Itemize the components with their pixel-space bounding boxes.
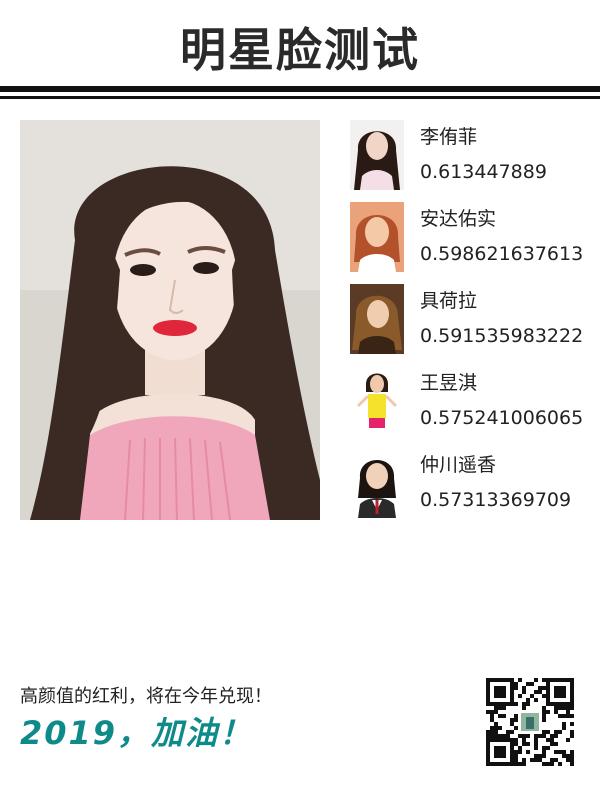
similarity-score: 0.598621637613 <box>420 243 584 265</box>
celebrity-thumbnail <box>350 284 404 354</box>
motto-text: 2019，加油！ <box>20 714 254 752</box>
match-results-list: 李侑菲 0.613447889 安达佑实 0.598621637613 具荷拉 … <box>350 120 590 530</box>
celebrity-name: 具荷拉 <box>420 290 478 312</box>
result-item: 安达佑实 0.598621637613 <box>350 202 590 284</box>
result-item: 王昱淇 0.575241006065 <box>350 366 590 448</box>
similarity-score: 0.57313369709 <box>420 489 572 511</box>
celebrity-thumbnail <box>350 120 404 190</box>
portrait-image <box>20 120 320 520</box>
celebrity-thumbnail <box>350 448 404 518</box>
result-item: 具荷拉 0.591535983222 <box>350 284 590 366</box>
result-item: 李侑菲 0.613447889 <box>350 120 590 202</box>
slogan-text: 高颜值的红利，将在今年兑现！ <box>20 686 272 707</box>
header-divider-thick <box>0 86 600 92</box>
result-item: 仲川遥香 0.57313369709 <box>350 448 590 530</box>
similarity-score: 0.591535983222 <box>420 325 584 347</box>
celebrity-name: 安达佑实 <box>420 208 497 230</box>
celebrity-thumbnail <box>350 366 404 436</box>
page-title: 明星脸测试 <box>180 23 420 77</box>
header-divider-thin <box>0 96 600 99</box>
user-photo <box>20 120 320 520</box>
celebrity-thumbnail <box>350 202 404 272</box>
similarity-score: 0.575241006065 <box>420 407 584 429</box>
celebrity-name: 王昱淇 <box>420 372 478 394</box>
similarity-score: 0.613447889 <box>420 161 547 183</box>
qr-code-icon <box>486 678 574 766</box>
celebrity-name: 李侑菲 <box>420 126 478 148</box>
celebrity-name: 仲川遥香 <box>420 454 497 476</box>
